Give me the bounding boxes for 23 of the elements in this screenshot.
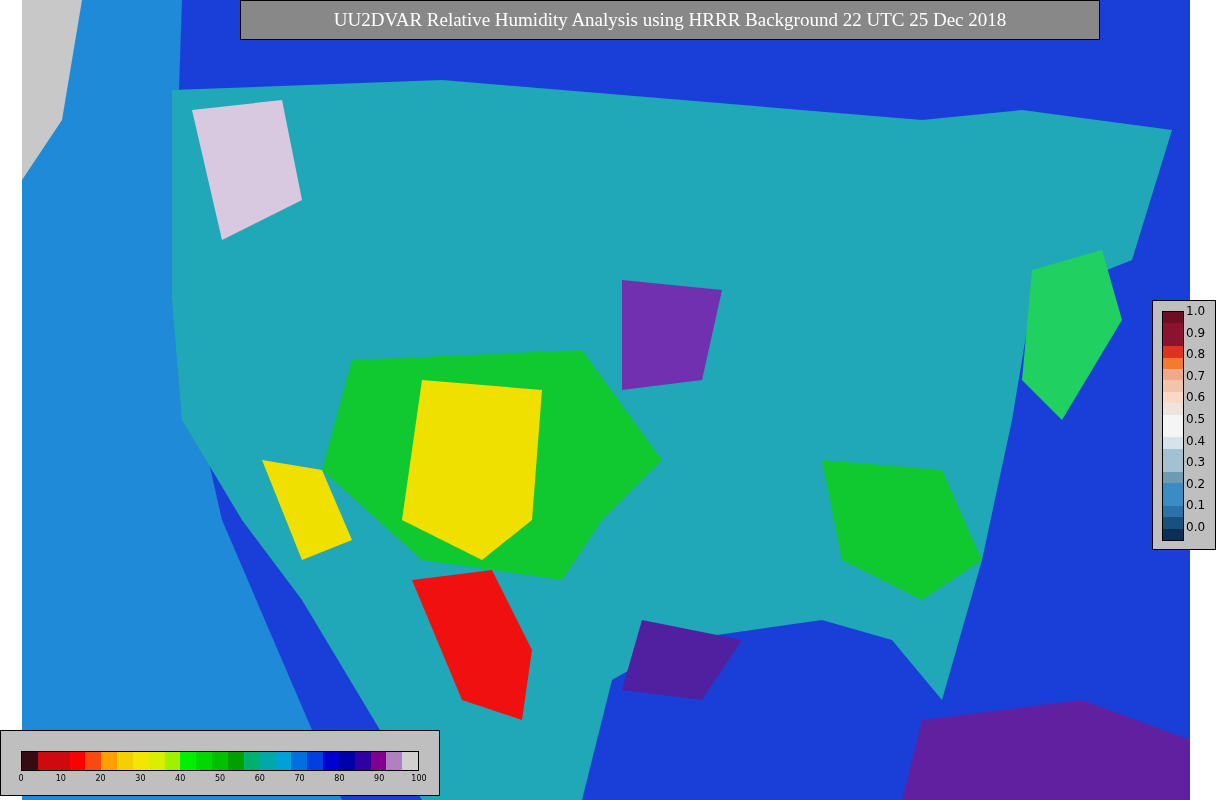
tick-label: 0.0 [1186,519,1206,534]
tick-label: 0.1 [1186,498,1206,513]
tick-label: 30 [135,774,146,784]
tick-label: 100 [411,774,427,784]
tick-label: 0.2 [1186,476,1206,491]
tick-label: 50 [214,774,226,784]
tick-label: 0.6 [1186,390,1206,405]
tick-label: 70 [294,774,305,784]
map-title: UU2DVAR Relative Humidity Analysis using HRRR Background 22 UTC 25 Dec 2018 [240,0,1100,40]
tick-label: 1.0 [1186,304,1206,318]
tick-label: 0 [18,774,24,784]
tick-label: 0.4 [1186,433,1206,448]
tick-label: 0.5 [1186,411,1206,426]
tick-label: 20 [95,774,106,784]
tick-label: 90 [374,774,385,784]
tick-label: 0.3 [1186,455,1206,470]
tick-label: 0.9 [1186,325,1206,340]
tick-label: 40 [175,774,186,784]
tick-label: 10 [55,774,66,784]
tick-label: 0.7 [1186,368,1206,383]
tick-label: 80 [334,774,345,784]
tick-label: 0.8 [1186,347,1206,362]
tick-label: 60 [254,774,265,784]
